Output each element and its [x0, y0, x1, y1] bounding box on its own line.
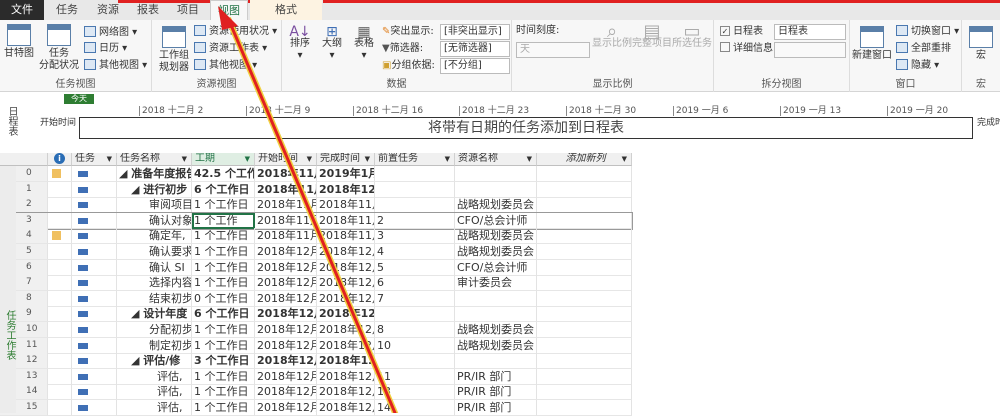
annotation-arrow [218, 6, 399, 413]
